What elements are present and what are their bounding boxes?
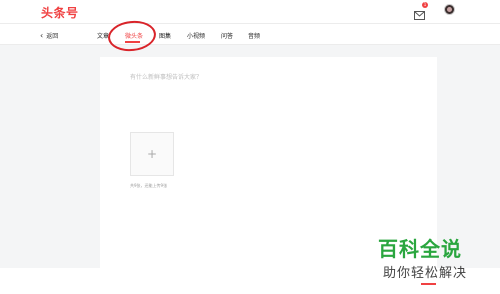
upload-hint: 共9张，还能上传9张 (130, 183, 168, 188)
chevron-left-icon: ‹ (40, 30, 44, 40)
content-type-nav: ‹ 返回 文章 微头条 图集 小视频 问答 音频 (0, 24, 500, 45)
tab-gallery[interactable]: 图集 (159, 31, 171, 40)
notification-badge: 1 (422, 2, 428, 8)
tab-qa[interactable]: 问答 (221, 31, 233, 40)
top-bar: 头条号 1 (0, 0, 500, 24)
watermark-subtitle: 助你轻松解决 (383, 266, 468, 281)
plus-icon: + (146, 147, 158, 161)
mail-icon (414, 11, 425, 20)
messages-button[interactable]: 1 (414, 2, 428, 20)
add-image-button[interactable]: + (130, 132, 174, 176)
back-label: 返回 (46, 33, 59, 40)
tab-short-video[interactable]: 小视频 (187, 31, 205, 40)
post-text-input[interactable]: 有什么新鲜事想告诉大家？ (130, 72, 202, 81)
watermark-underline (421, 283, 436, 285)
avatar[interactable] (444, 4, 455, 15)
tab-audio[interactable]: 音频 (248, 31, 260, 40)
app-logo[interactable]: 头条号 (41, 4, 79, 21)
watermark-title: 百科全说 (378, 237, 462, 261)
back-button[interactable]: ‹ 返回 (40, 31, 58, 40)
